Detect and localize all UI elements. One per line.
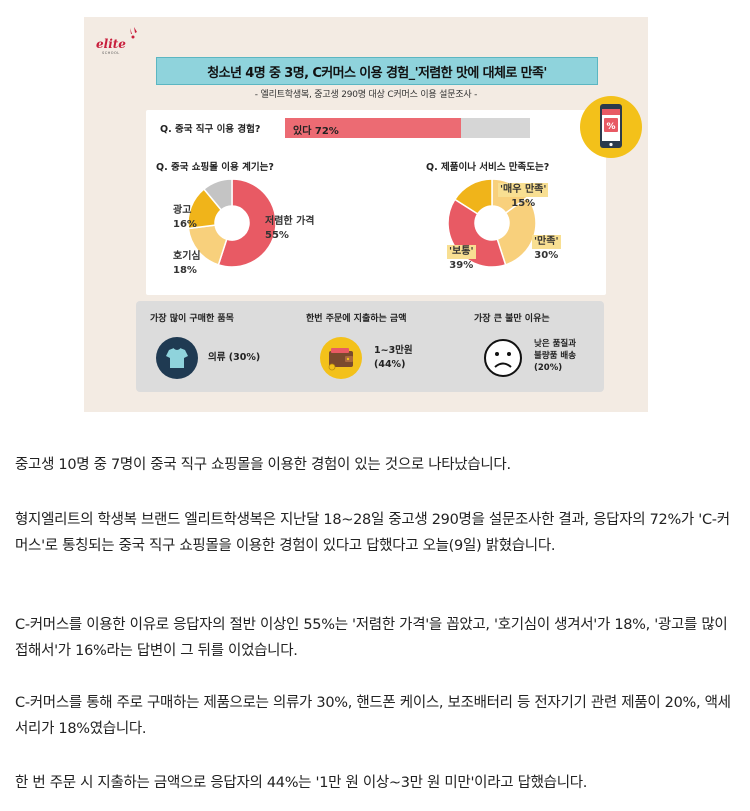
card-items-text: 의류 (30%): [208, 352, 261, 363]
question-2: Q. 중국 쇼핑몰 이용 계기는?: [156, 162, 274, 173]
phone-sale-icon: %: [580, 96, 642, 158]
tshirt-icon: [156, 337, 198, 379]
pie1-label-curiosity: 호기심 18%: [173, 250, 201, 278]
pie2-label-very-satisfied-value: 15%: [511, 198, 536, 209]
card-complaint-text: 낮은 품질과 불량품 배송 (20%): [534, 338, 576, 374]
question-1: Q. 중국 직구 이용 경험?: [160, 124, 261, 135]
card-items-title: 가장 많이 구매한 품목: [150, 314, 234, 324]
pie2-label-very-satisfied: '매우 만족' 15%: [498, 183, 549, 211]
card-complaint-line2: 불량품 배송: [534, 351, 577, 361]
card-complaint-line3: (20%): [534, 363, 563, 373]
summary-cards-panel: 가장 많이 구매한 품목 의류 (30%) 한번 주문에 지출하는 금액 1~3…: [136, 301, 604, 392]
card-spend-text: 1~3만원 (44%): [374, 344, 413, 372]
experience-bar-label: 있다 72%: [293, 126, 339, 137]
card-complaint-line1: 낮은 품질과: [534, 339, 577, 349]
pie2-label-neutral-value: 39%: [449, 260, 474, 271]
pie1-label-price-value: 55%: [265, 230, 289, 241]
pie2-label-very-satisfied-name: '매우 만족': [498, 183, 549, 197]
sad-face-icon: [482, 337, 524, 379]
article-paragraph-5: 한 번 주문 시 지출하는 금액으로 응답자의 44%는 '1만 원 이상~3만…: [15, 775, 588, 791]
wallet-icon: [320, 337, 362, 379]
pie1-label-ad: 광고 16%: [173, 204, 197, 232]
logo-subtext: SCHOOL: [102, 51, 120, 55]
survey-infographic: elite SCHOOL 청소년 4명 중 3명, C커머스 이용 경험_'저렴…: [84, 17, 648, 412]
article-paragraph-3: C-커머스를 이용한 이유로 응답자의 절반 이상인 55%는 '저렴한 가격'…: [15, 617, 728, 659]
article-paragraph-1: 중고생 10명 중 7명이 중국 직구 쇼핑몰을 이용한 경험이 있는 것으로 …: [15, 457, 511, 473]
elite-logo: elite SCHOOL: [96, 23, 142, 57]
logo-wordmark: elite: [96, 37, 126, 51]
question-3: Q. 제품이나 서비스 만족도는?: [426, 162, 550, 173]
pie1-label-price-name: 저렴한 가격: [265, 216, 315, 227]
article-paragraph-2: 형지엘리트의 학생복 브랜드 엘리트학생복은 지난달 18~28일 중고생 29…: [15, 512, 730, 554]
card-spend-amount: 1~3만원: [374, 345, 413, 356]
card-spend-title: 한번 주문에 지출하는 금액: [306, 314, 407, 324]
pie1-label-ad-value: 16%: [173, 219, 197, 230]
pie2-label-neutral-name: '보통': [447, 245, 476, 259]
pie1-label-curiosity-name: 호기심: [173, 251, 201, 262]
pie1-label-price: 저렴한 가격 55%: [265, 215, 314, 243]
card-spend-percent: (44%): [374, 359, 406, 370]
article-paragraph-4: C-커머스를 통해 주로 구매하는 제품으로는 의류가 30%, 핸드폰 케이스…: [15, 695, 731, 737]
svg-text:%: %: [606, 122, 615, 132]
card-complaint-title: 가장 큰 불만 이유는: [474, 314, 550, 324]
pie2-label-satisfied: '만족' 30%: [532, 235, 561, 263]
logo-mark-icon: [130, 27, 137, 39]
infographic-title: 청소년 4명 중 3명, C커머스 이용 경험_'저렴한 맛에 대체로 만족': [156, 57, 598, 85]
infographic-subtitle: - 엘리트학생복, 중고생 290명 대상 C커머스 이용 설문조사 -: [254, 90, 478, 100]
pie2-label-satisfied-value: 30%: [534, 250, 559, 261]
pie1-label-curiosity-value: 18%: [173, 265, 197, 276]
pie1-label-ad-name: 광고: [173, 205, 192, 216]
pie2-label-satisfied-name: '만족': [532, 235, 561, 249]
experience-bar-track: 있다 72%: [285, 118, 530, 138]
pie2-label-neutral: '보통' 39%: [447, 245, 476, 273]
